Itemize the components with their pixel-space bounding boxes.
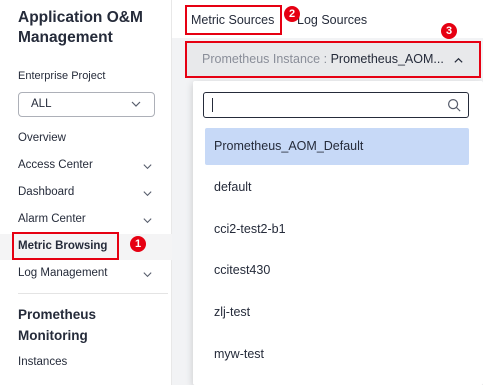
search-icon[interactable] bbox=[447, 98, 462, 113]
sidebar-item-label: Alarm Center bbox=[18, 213, 86, 225]
sidebar-item-overview[interactable]: Overview bbox=[0, 126, 172, 152]
sidebar-item-alarm-center[interactable]: Alarm Center bbox=[0, 207, 172, 233]
step-badge: 3 bbox=[441, 23, 457, 39]
instance-option[interactable]: Prometheus_AOM_Default bbox=[205, 128, 469, 165]
instance-option-label: default bbox=[214, 180, 252, 194]
prometheus-instance-select[interactable]: Prometheus Instance : Prometheus_AOM... bbox=[186, 43, 480, 76]
instance-option[interactable]: cci2-test2-b1 bbox=[205, 211, 469, 248]
instance-option-label: Prometheus_AOM_Default bbox=[214, 139, 364, 153]
instance-option[interactable]: zlj-test bbox=[205, 294, 469, 331]
sidebar-item-metric-browsing[interactable]: Metric Browsing bbox=[0, 234, 172, 260]
instance-option-label: cci2-test2-b1 bbox=[214, 222, 286, 236]
chevron-down-icon bbox=[143, 164, 152, 170]
step-badge: 1 bbox=[130, 236, 146, 252]
enterprise-project-select[interactable]: ALL bbox=[18, 92, 155, 117]
instance-option[interactable]: default bbox=[205, 169, 469, 206]
sidebar: Application O&M Management Enterprise Pr… bbox=[0, 0, 172, 385]
sidebar-item-label: Access Center bbox=[18, 159, 93, 171]
chevron-up-icon bbox=[454, 57, 463, 63]
sidebar-item-instances[interactable]: Instances bbox=[0, 350, 172, 376]
text-cursor bbox=[212, 98, 213, 112]
chevron-down-icon bbox=[143, 272, 152, 278]
enterprise-project-value: ALL bbox=[31, 98, 52, 110]
instance-select-prefix: Prometheus Instance : bbox=[202, 52, 328, 66]
tab-metric-sources[interactable]: Metric Sources bbox=[191, 13, 274, 27]
sidebar-item-log-management[interactable]: Log Management bbox=[0, 261, 172, 287]
instance-option[interactable]: ccitest430 bbox=[205, 252, 469, 289]
step-badge: 2 bbox=[284, 6, 300, 22]
instance-option-label: ccitest430 bbox=[214, 263, 271, 277]
sidebar-item-label: Dashboard bbox=[18, 186, 75, 198]
instance-option[interactable]: myw-test bbox=[205, 336, 469, 373]
chevron-down-icon bbox=[143, 218, 152, 224]
instance-option-label: zlj-test bbox=[214, 305, 251, 319]
app-title: Application O&M Management bbox=[18, 9, 143, 46]
instance-search-box[interactable] bbox=[203, 92, 469, 118]
instance-option-label: myw-test bbox=[214, 347, 264, 361]
chevron-down-icon bbox=[143, 191, 152, 197]
enterprise-project-label: Enterprise Project bbox=[18, 70, 106, 82]
divider bbox=[18, 293, 168, 294]
sidebar-item-access-center[interactable]: Access Center bbox=[0, 153, 172, 179]
sidebar-item-label: Metric Browsing bbox=[18, 240, 108, 252]
prometheus-section-title: Prometheus Monitoring bbox=[18, 307, 97, 343]
instance-search-input[interactable] bbox=[210, 96, 440, 114]
instance-select-value: Prometheus_AOM... bbox=[330, 52, 444, 66]
sidebar-item-dashboard[interactable]: Dashboard bbox=[0, 180, 172, 206]
chevron-down-icon bbox=[131, 101, 141, 107]
sidebar-item-label: Overview bbox=[18, 132, 66, 144]
sidebar-item-label: Log Management bbox=[18, 267, 108, 279]
sidebar-item-label: Instances bbox=[18, 356, 68, 368]
tab-log-sources[interactable]: Log Sources bbox=[297, 13, 367, 27]
